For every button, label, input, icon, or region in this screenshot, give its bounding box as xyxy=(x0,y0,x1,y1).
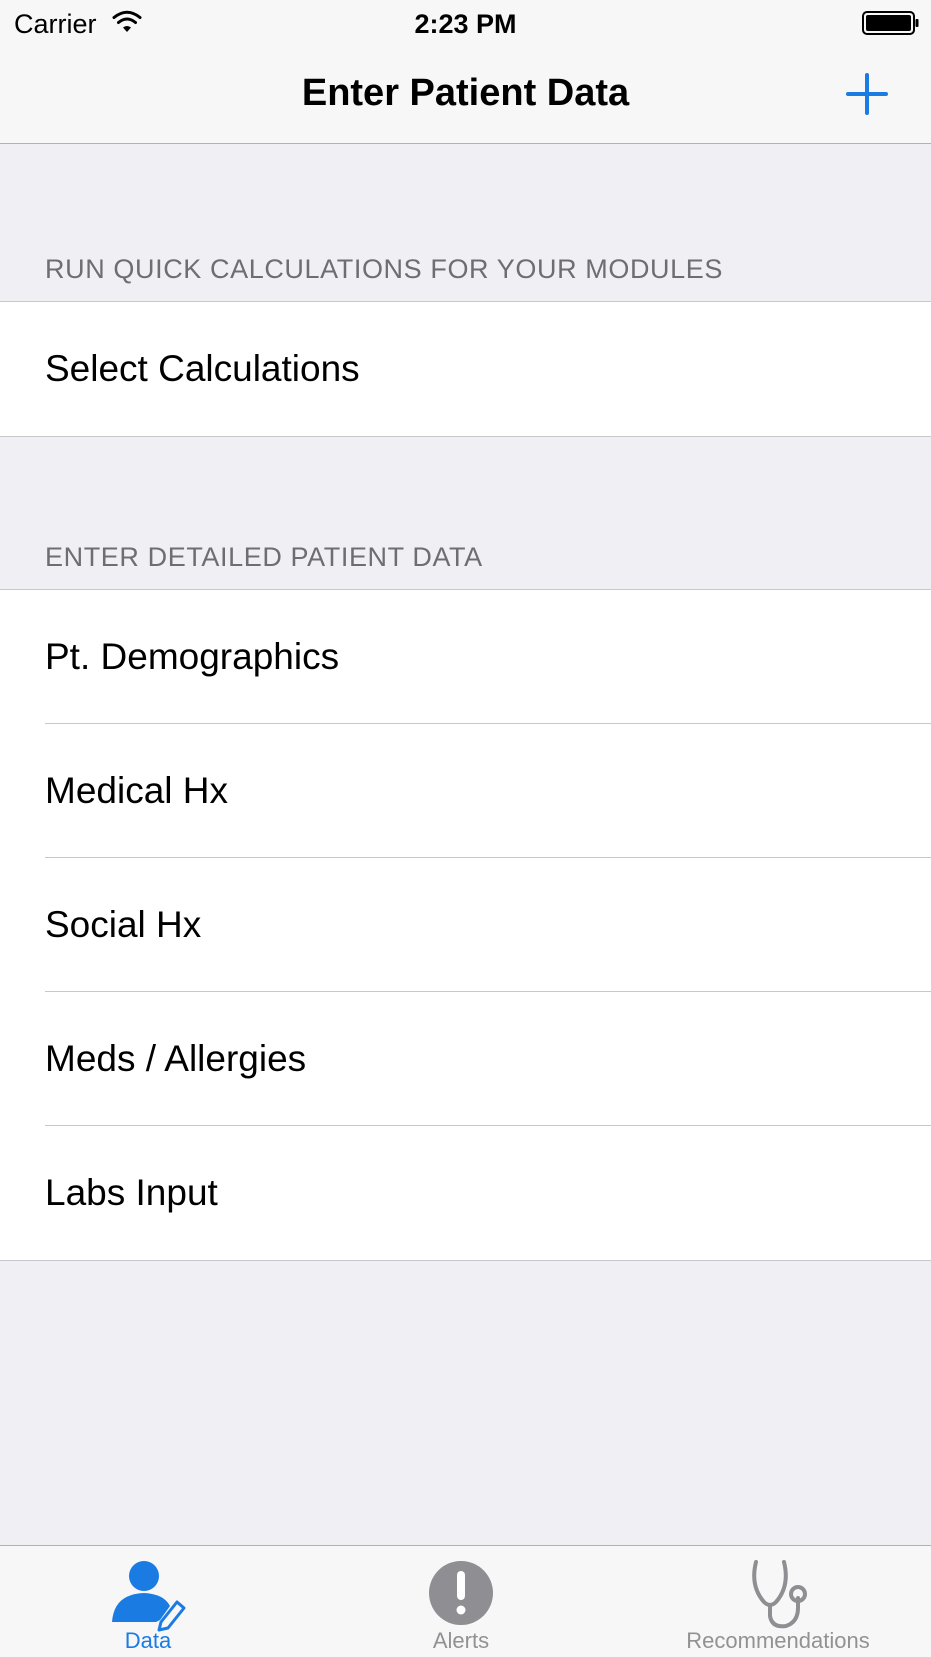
add-button[interactable] xyxy=(839,66,895,122)
list-item-pt-demographics[interactable]: Pt. Demographics xyxy=(0,590,931,724)
list-item-select-calculations[interactable]: Select Calculations xyxy=(0,302,931,436)
page-title: Enter Patient Data xyxy=(301,72,630,114)
list-item-label: Labs Input xyxy=(45,1172,218,1213)
navigation-bar: Enter Patient Data xyxy=(0,46,931,144)
list-item-label: Meds / Allergies xyxy=(45,1038,307,1079)
tab-label: Alerts xyxy=(432,1628,490,1653)
detailed-patient-data-group: Pt. Demographics Medical Hx Social Hx Me… xyxy=(0,589,931,1261)
quick-calculations-group: Select Calculations xyxy=(0,301,931,437)
status-bar: Carrier 2:23 PM xyxy=(0,0,931,46)
exclamation-circle-icon xyxy=(429,1561,493,1625)
person-edit-icon xyxy=(112,1561,186,1632)
tab-label: Recommendations xyxy=(686,1628,870,1653)
tab-recommendations[interactable]: Recommendations xyxy=(630,1546,926,1657)
list-item-label: Social Hx xyxy=(45,904,202,945)
stethoscope-icon xyxy=(752,1560,807,1629)
tab-label: Data xyxy=(124,1628,172,1653)
list-item-label: Medical Hx xyxy=(45,770,228,811)
list-item-label: Select Calculations xyxy=(45,348,360,389)
list-item-label: Pt. Demographics xyxy=(45,636,340,677)
tab-alerts[interactable]: Alerts xyxy=(313,1546,609,1657)
list-item-meds-allergies[interactable]: Meds / Allergies xyxy=(0,992,931,1126)
list-item-labs-input[interactable]: Labs Input xyxy=(0,1126,931,1260)
tab-bar: Data Alerts Recommendations xyxy=(0,1545,931,1657)
plus-icon xyxy=(846,73,888,115)
battery-icon xyxy=(862,11,919,35)
section-header-quick-calculations: RUN QUICK CALCULATIONS FOR YOUR MODULES xyxy=(45,254,723,284)
tab-data[interactable]: Data xyxy=(0,1546,296,1657)
list-item-social-hx[interactable]: Social Hx xyxy=(0,858,931,992)
list-item-medical-hx[interactable]: Medical Hx xyxy=(0,724,931,858)
section-header-detailed-patient-data: ENTER DETAILED PATIENT DATA xyxy=(45,542,483,572)
status-time: 2:23 PM xyxy=(414,9,517,39)
